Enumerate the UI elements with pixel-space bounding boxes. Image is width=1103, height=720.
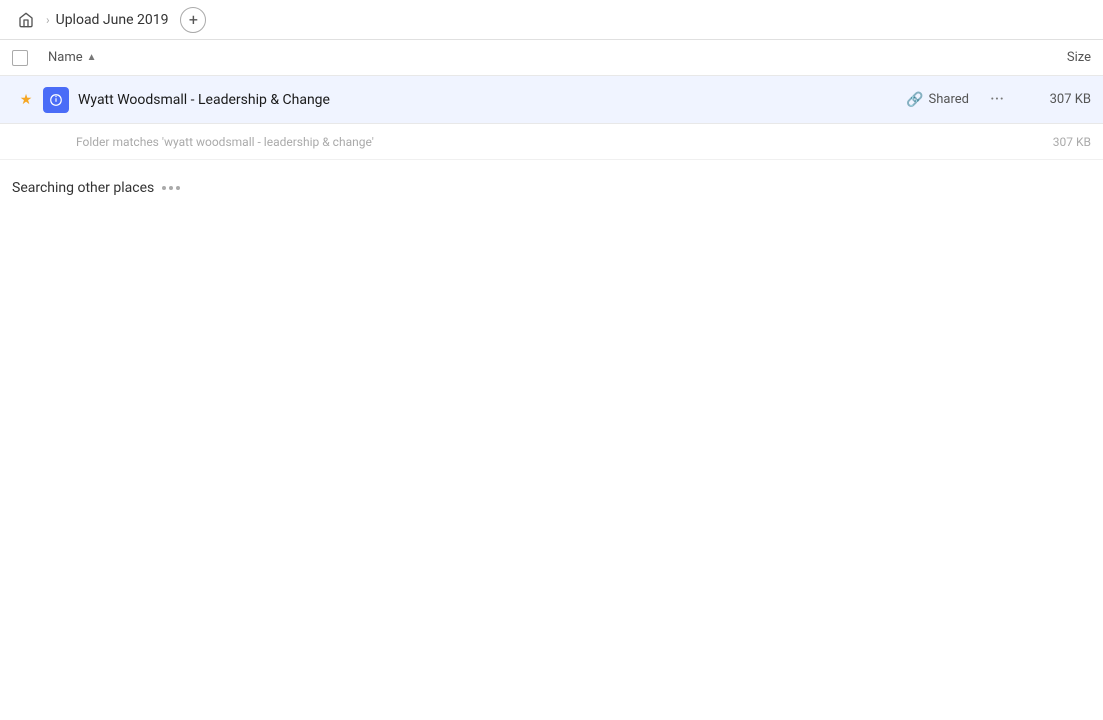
file-row[interactable]: ★ Wyatt Woodsmall - Leadership & Change …: [0, 76, 1103, 124]
folder-match-size: 307 KB: [1021, 135, 1091, 149]
searching-text: Searching other places: [12, 180, 154, 196]
loading-indicator: [162, 186, 180, 190]
more-options-button[interactable]: ···: [981, 89, 1013, 110]
select-all-checkbox[interactable]: [12, 50, 28, 66]
header-bar: › Upload June 2019 +: [0, 0, 1103, 40]
select-all-checkbox-area: [12, 50, 48, 66]
shared-status: 🔗 Shared: [906, 92, 969, 108]
column-headers: Name ▲ Size: [0, 40, 1103, 76]
breadcrumb-chevron: ›: [46, 13, 50, 27]
folder-match-text: Folder matches 'wyatt woodsmall - leader…: [76, 135, 1021, 149]
link-icon: 🔗: [906, 92, 923, 108]
home-button[interactable]: [12, 6, 40, 34]
file-size: 307 KB: [1021, 92, 1091, 107]
file-type-icon: [40, 87, 72, 113]
sort-arrow-icon: ▲: [87, 52, 97, 63]
folder-match-hint-row: Folder matches 'wyatt woodsmall - leader…: [0, 124, 1103, 160]
breadcrumb-title: Upload June 2019: [56, 12, 169, 28]
size-column-header: Size: [1011, 50, 1091, 65]
searching-section: Searching other places: [0, 160, 1103, 216]
file-name: Wyatt Woodsmall - Leadership & Change: [78, 92, 906, 108]
star-icon[interactable]: ★: [12, 92, 40, 108]
name-column-header[interactable]: Name ▲: [48, 50, 1011, 65]
new-folder-button[interactable]: +: [180, 7, 206, 33]
